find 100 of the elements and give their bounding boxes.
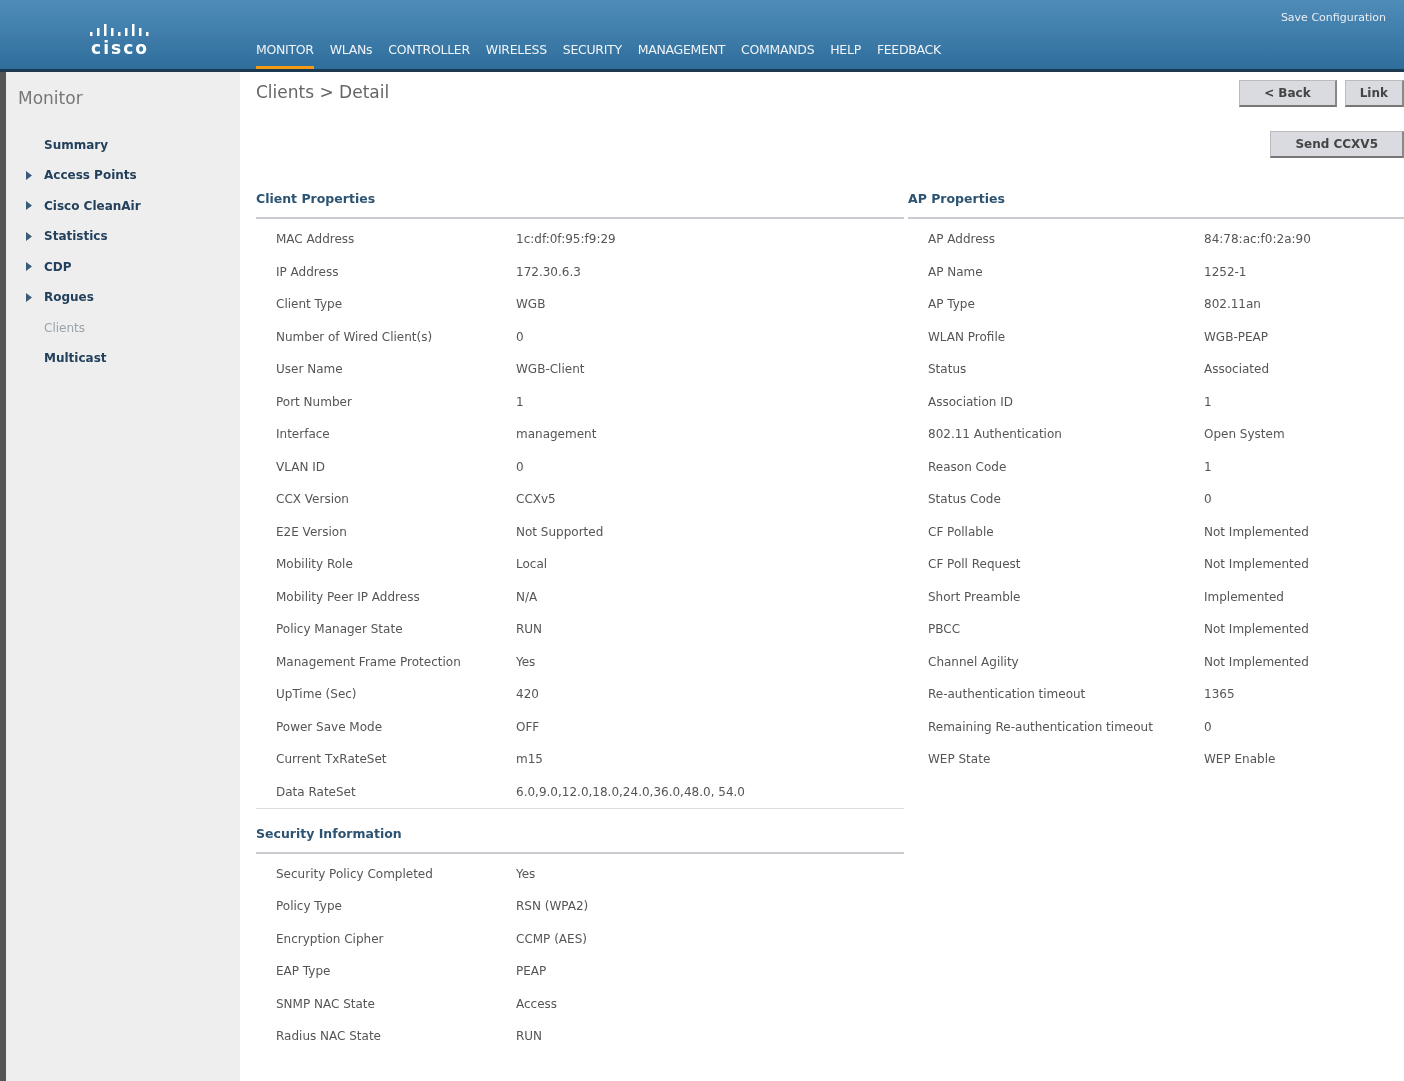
property-value: RUN (516, 621, 543, 638)
property-label: Re-authentication timeout (928, 686, 1087, 703)
property-value: Associated (1204, 361, 1270, 378)
property-label: Remaining Re-authentication timeout (928, 718, 1154, 736)
property-value: 172.30.6.3 (516, 263, 581, 281)
nav-tab[interactable]: SECURITY (562, 41, 622, 69)
property-value: 1 (1204, 458, 1212, 476)
property-value: OFF (516, 718, 540, 736)
nav-tab[interactable]: CONTROLLER (388, 41, 470, 69)
property-value: 0 (1204, 491, 1212, 508)
property-value: Not Implemented (1204, 621, 1309, 638)
section-heading: AP Properties (908, 190, 1404, 219)
property-value: 6.0,9.0,12.0,18.0,24.0,36.0,48.0, 54.0 (516, 783, 745, 801)
property-value: RSN (WPA2) (516, 898, 589, 916)
property-label: Radius NAC State (276, 1028, 382, 1046)
property-value: N/A (516, 588, 538, 606)
property-value: management (516, 426, 597, 443)
property-value: WGB-Client (516, 361, 585, 378)
property-value: 0 (1204, 718, 1212, 736)
logo-text: cisco (91, 36, 149, 60)
property-value: 420 (516, 686, 539, 703)
property-value: 1c:df:0f:95:f9:29 (516, 231, 616, 248)
property-label: Port Number (276, 393, 353, 411)
property-value: 1252-1 (1204, 263, 1247, 281)
property-label: Interface (276, 426, 331, 443)
property-label: AP Address (928, 231, 997, 248)
property-label: IP Address (276, 263, 340, 281)
sidebar-item[interactable]: CDP (6, 251, 240, 282)
property-label: User Name (276, 361, 344, 378)
property-value: RUN (516, 1028, 543, 1046)
sidebar-item[interactable]: Statistics (6, 221, 240, 252)
property-label: Mobility Peer IP Address (276, 588, 421, 606)
property-label: AP Type (928, 296, 976, 313)
sidebar-item[interactable]: Cisco CleanAir (6, 190, 240, 221)
property-label: CF Poll Request (928, 556, 1022, 573)
property-value: 802.11an (1204, 296, 1261, 313)
property-value: Not Implemented (1204, 556, 1309, 573)
sidebar-item[interactable]: Rogues (6, 282, 240, 313)
nav-tab[interactable]: HELP (830, 41, 861, 69)
property-label: AP Name (928, 263, 984, 281)
property-value: m15 (516, 751, 543, 768)
link-button[interactable]: Link (1344, 80, 1404, 107)
property-label: Policy Type (276, 898, 343, 916)
property-value: 1 (516, 393, 524, 411)
expand-icon[interactable] (26, 201, 32, 211)
property-value: 1365 (1204, 686, 1235, 703)
property-label: E2E Version (276, 523, 348, 541)
nav-tab[interactable]: WLANs (329, 41, 373, 69)
expand-icon[interactable] (26, 292, 32, 302)
expand-icon[interactable] (26, 231, 32, 241)
property-label: MAC Address (276, 231, 356, 248)
property-value: WEP Enable (1204, 751, 1276, 768)
property-label: WLAN Profile (928, 328, 1007, 346)
section-heading: Security Information (256, 824, 904, 854)
property-value: CCMP (AES) (516, 930, 587, 948)
property-label: CF Pollable (928, 523, 995, 541)
nav-tab[interactable]: MANAGEMENT (637, 41, 726, 69)
sidebar-title: Monitor (17, 87, 84, 110)
save-configuration-link[interactable]: Save Configuration (1280, 10, 1386, 27)
back-button[interactable]: < Back (1239, 80, 1337, 107)
property-value: PEAP (516, 963, 547, 981)
property-value: Yes (516, 865, 536, 883)
expand-icon[interactable] (26, 170, 32, 180)
property-value: Local (516, 556, 548, 573)
property-label: Security Policy Completed (276, 865, 434, 883)
property-label: Mobility Role (276, 556, 354, 573)
property-value: 0 (516, 458, 524, 476)
send-button[interactable]: Send CCXV5 (1270, 131, 1404, 158)
nav-tab[interactable]: MONITOR (256, 41, 314, 69)
sidebar-item[interactable]: Summary (6, 129, 240, 160)
property-label: Power Save Mode (276, 718, 384, 736)
property-value: Not Implemented (1204, 653, 1309, 671)
nav-tab[interactable]: COMMANDS (741, 41, 815, 69)
property-label: Number of Wired Client(s) (276, 328, 434, 346)
property-value: CCXv5 (516, 491, 556, 508)
property-value: Yes (516, 653, 536, 671)
property-label: PBCC (928, 621, 961, 638)
nav-tab[interactable]: WIRELESS (485, 41, 547, 69)
property-label: Management Frame Protection (276, 653, 462, 671)
property-label: Reason Code (928, 458, 1008, 476)
sidebar-item[interactable]: Multicast (6, 343, 240, 374)
property-label: Client Type (276, 296, 344, 313)
expand-icon[interactable] (26, 262, 32, 272)
property-value: 0 (516, 328, 524, 346)
section-heading: Client Properties (256, 190, 904, 219)
property-value: WGB (516, 296, 546, 313)
property-label: Status Code (928, 491, 1002, 508)
nav-tab[interactable]: FEEDBACK (876, 41, 941, 69)
property-label: Current TxRateSet (276, 751, 388, 768)
bars-logo-icon (88, 21, 152, 36)
sidebar-item[interactable]: Access Points (6, 160, 240, 191)
property-label: Association ID (928, 393, 1014, 411)
property-label: VLAN ID (276, 458, 326, 476)
property-label: WEP State (928, 751, 992, 768)
property-value: WGB-PEAP (1204, 328, 1268, 346)
property-value: Not Implemented (1204, 523, 1309, 541)
property-label: Data RateSet (276, 783, 357, 801)
property-value: Open System (1204, 426, 1285, 443)
property-label: EAP Type (276, 963, 332, 981)
breadcrumb: Clients > Detail (256, 81, 390, 104)
